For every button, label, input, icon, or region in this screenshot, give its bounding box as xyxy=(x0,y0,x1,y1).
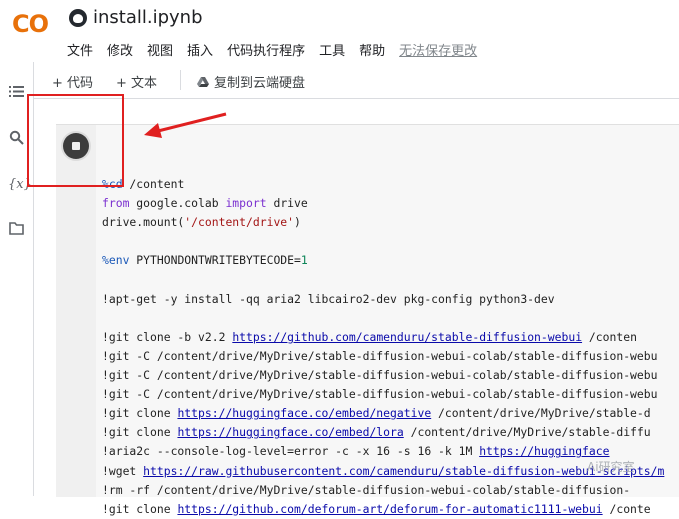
toolbar-divider xyxy=(180,70,181,90)
search-icon[interactable] xyxy=(8,130,25,147)
annotation-highlight-box xyxy=(27,94,124,187)
notebook-title[interactable]: install.ipynb xyxy=(93,7,203,28)
menu-view[interactable]: 视图 xyxy=(147,40,173,59)
code-line: !aria2c --console-log-level=error -c -x … xyxy=(102,444,610,459)
code-line: !git clone -b v2.2 https://github.com/ca… xyxy=(102,329,637,344)
code-line: %cd /content xyxy=(102,177,185,192)
code-line: !rm -rf /content/drive/MyDrive/stable-di… xyxy=(102,482,631,497)
code-line: drive.mount('/content/drive') xyxy=(102,215,301,230)
add-code-button[interactable]: + 代码 xyxy=(52,72,93,91)
folder-icon[interactable] xyxy=(8,222,25,239)
list-icon[interactable] xyxy=(8,84,25,101)
menu-runtime[interactable]: 代码执行程序 xyxy=(227,40,305,59)
notebook-toolbar: + 代码 + 文本 复制到云端硬盘 xyxy=(34,62,679,99)
code-line: !git -C /content/drive/MyDrive/stable-di… xyxy=(102,368,658,383)
code-line: %env PYTHONDONTWRITEBYTECODE=1 xyxy=(102,253,308,268)
code-line: !wget https://raw.githubusercontent.com/… xyxy=(102,463,665,478)
colab-logo[interactable]: CO xyxy=(12,10,49,38)
drive-icon xyxy=(197,76,209,87)
copy-to-drive-button[interactable]: 复制到云端硬盘 xyxy=(197,72,305,91)
copy-to-drive-label: 复制到云端硬盘 xyxy=(214,76,306,91)
code-cell[interactable]: %cd /content from google.colab import dri… xyxy=(56,124,679,516)
code-line: !git -C /content/drive/MyDrive/stable-di… xyxy=(102,387,658,402)
menu-tools[interactable]: 工具 xyxy=(319,40,345,59)
unsaved-changes-link[interactable]: 无法保存更改 xyxy=(399,40,477,59)
menu-bar: 文件 修改 视图 插入 代码执行程序 工具 帮助 无法保存更改 xyxy=(67,40,491,59)
menu-help[interactable]: 帮助 xyxy=(359,40,385,59)
variables-icon[interactable]: {x} xyxy=(8,176,32,193)
code-line: !git clone https://github.com/deforum-ar… xyxy=(102,501,651,516)
menu-file[interactable]: 文件 xyxy=(67,40,93,59)
code-line: !apt-get -y install -qq aria2 libcairo2-… xyxy=(102,291,555,306)
code-editor[interactable]: %cd /content from google.colab import dri… xyxy=(102,156,664,519)
watermark-text: Ai研究室 xyxy=(587,460,635,474)
github-icon xyxy=(69,9,87,27)
menu-insert[interactable]: 插入 xyxy=(187,40,213,59)
add-text-button[interactable]: + 文本 xyxy=(116,72,157,91)
code-line: !git clone https://huggingface.co/embed/… xyxy=(102,406,651,421)
code-line: !git -C /content/drive/MyDrive/stable-di… xyxy=(102,348,658,363)
code-line: !git clone https://huggingface.co/embed/… xyxy=(102,425,651,440)
code-line: from google.colab import drive xyxy=(102,196,308,211)
menu-edit[interactable]: 修改 xyxy=(107,40,133,59)
app-header: CO install.ipynb 文件 修改 视图 插入 代码执行程序 工具 帮… xyxy=(0,0,679,62)
